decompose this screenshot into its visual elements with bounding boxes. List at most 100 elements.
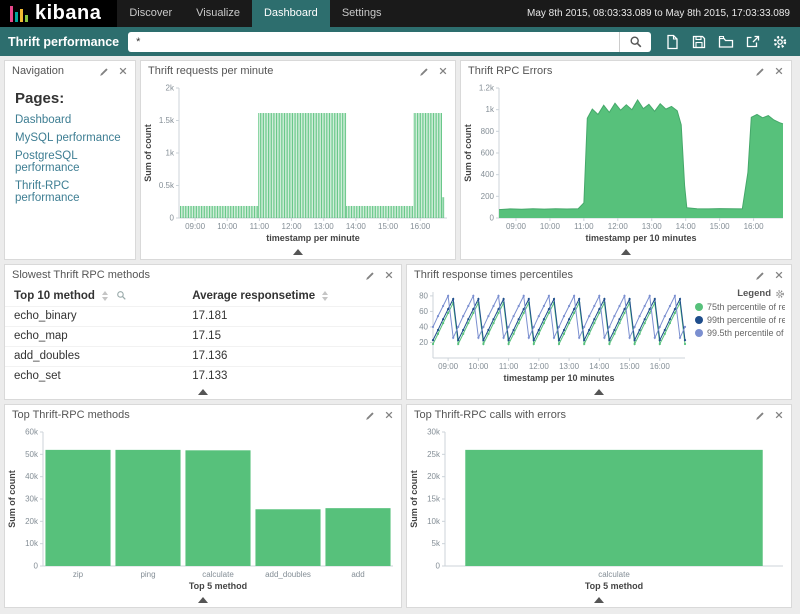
dashboard-grid: Navigation Pages: Dashboard MySQL perfor… [0,56,800,612]
requests-bar-chart[interactable]: 00.5k1k1.5k2kSum of counttimestamp per m… [141,81,455,246]
panel-navigation: Navigation Pages: Dashboard MySQL perfor… [4,60,136,260]
svg-text:11:00: 11:00 [250,222,270,231]
search-input[interactable] [128,32,619,52]
panel-title: Top Thrift-RPC calls with errors [414,409,755,421]
svg-text:1.2k: 1.2k [479,84,495,93]
kibana-logo[interactable]: kibana [0,0,117,27]
svg-text:800: 800 [481,127,495,136]
svg-text:13:00: 13:00 [314,222,335,231]
svg-text:09:00: 09:00 [185,222,206,231]
errors-area-chart[interactable]: 02004006008001k1.2kSum of counttimestamp… [461,81,791,246]
chart-legend: Legend 75th percentile of resp...99th pe… [693,285,791,386]
close-icon[interactable] [774,270,784,280]
svg-text:calculate: calculate [202,570,234,579]
nav-item-discover[interactable]: Discover [117,0,184,27]
svg-text:add_doubles: add_doubles [265,570,311,579]
svg-text:14:00: 14:00 [676,222,697,231]
svg-text:13:00: 13:00 [559,362,580,371]
svg-text:200: 200 [481,192,495,201]
panel-title: Thrift response times percentiles [414,269,755,281]
page-link-mysql[interactable]: MySQL performance [15,132,125,144]
collapse-panel-button[interactable] [461,246,791,259]
svg-text:Sum of count: Sum of count [143,124,153,182]
panel-slowest-thrift-rpc-methods: Slowest Thrift RPC methods Top 10 method [4,264,402,400]
percentiles-line-chart[interactable]: 20406080timestamp per 10 minutes09:0010:… [407,285,693,386]
svg-text:50k: 50k [25,450,39,459]
legend-item[interactable]: 99.5th percentile of re... [695,328,785,338]
search-button[interactable] [619,32,651,52]
close-icon[interactable] [438,66,448,76]
close-icon[interactable] [774,66,784,76]
close-icon[interactable] [774,410,784,420]
svg-text:16:00: 16:00 [744,222,765,231]
table-row[interactable]: add_doubles17.136 [5,347,401,367]
column-search-icon[interactable] [116,290,127,301]
new-dashboard-icon[interactable] [664,34,680,50]
svg-text:20k: 20k [427,472,441,481]
table-row[interactable]: echo_map17.15 [5,327,401,347]
close-icon[interactable] [384,410,394,420]
svg-text:600: 600 [481,149,495,158]
svg-text:25k: 25k [427,450,441,459]
page-link-dashboard[interactable]: Dashboard [15,114,125,126]
top-navbar: kibana Discover Visualize Dashboard Sett… [0,0,800,27]
top-errors-bar-chart[interactable]: 05k10k15k20k25k30kSum of countTop 5 meth… [407,425,791,594]
panel-thrift-response-times-percentiles: Thrift response times percentiles 204060… [406,264,792,400]
collapse-panel-button[interactable] [141,246,455,259]
sort-carets-icon[interactable] [102,291,108,301]
nav-item-settings[interactable]: Settings [330,0,394,27]
close-icon[interactable] [384,270,394,280]
legend-item[interactable]: 75th percentile of resp... [695,302,785,312]
load-dashboard-icon[interactable] [718,34,734,50]
edit-pencil-icon[interactable] [755,410,766,421]
collapse-panel-button[interactable] [5,386,401,399]
column-header-method[interactable]: Top 10 method [5,285,183,307]
panel-title: Slowest Thrift RPC methods [12,269,365,281]
legend-settings-icon[interactable] [775,289,785,299]
settings-gear-icon[interactable] [772,34,788,50]
edit-pencil-icon[interactable] [755,66,766,77]
svg-text:0: 0 [34,562,39,571]
svg-text:14:00: 14:00 [589,362,610,371]
kibana-logo-icon [10,5,28,22]
svg-text:Top 5 method: Top 5 method [189,581,247,591]
svg-text:2k: 2k [166,84,175,93]
edit-pencil-icon[interactable] [419,66,430,77]
svg-text:timestamp per minute: timestamp per minute [266,233,360,243]
collapse-panel-button[interactable] [5,594,401,607]
collapse-chevron-icon [198,597,208,603]
svg-text:ping: ping [140,570,155,579]
edit-pencil-icon[interactable] [365,410,376,421]
sort-carets-icon[interactable] [322,291,328,301]
table-row[interactable]: echo_set17.133 [5,367,401,387]
time-range-picker[interactable]: May 8th 2015, 08:03:33.089 to May 8th 20… [527,8,800,19]
edit-pencil-icon[interactable] [365,270,376,281]
page-link-postgresql[interactable]: PostgreSQL performance [15,150,125,174]
share-dashboard-icon[interactable] [745,34,761,50]
column-label: Average responsetime [192,290,315,302]
collapse-panel-button[interactable] [407,386,791,399]
svg-text:20: 20 [419,338,428,347]
nav-item-dashboard[interactable]: Dashboard [252,0,330,27]
panel-title: Thrift requests per minute [148,65,419,77]
svg-text:40: 40 [419,322,428,331]
svg-text:12:00: 12:00 [282,222,303,231]
nav-item-visualize[interactable]: Visualize [184,0,252,27]
table-row[interactable]: echo_binary17.181 [5,307,401,327]
page-link-thrift-rpc[interactable]: Thrift-RPC performance [15,180,125,204]
column-header-responsetime[interactable]: Average responsetime [183,285,401,307]
top-methods-bar-chart[interactable]: 010k20k30k40k50k60kSum of countTop 5 met… [5,425,401,594]
svg-text:1k: 1k [486,105,495,114]
save-dashboard-icon[interactable] [691,34,707,50]
edit-pencil-icon[interactable] [755,270,766,281]
svg-text:15:00: 15:00 [378,222,399,231]
close-icon[interactable] [118,66,128,76]
collapse-panel-button[interactable] [407,594,791,607]
legend-item[interactable]: 99th percentile of resp... [695,315,785,325]
svg-text:0: 0 [436,562,441,571]
dashboard-title: Thrift performance [8,35,119,49]
svg-text:1k: 1k [166,149,175,158]
svg-text:Sum of count: Sum of count [409,470,419,528]
edit-pencil-icon[interactable] [99,66,110,77]
svg-text:30k: 30k [25,495,39,504]
